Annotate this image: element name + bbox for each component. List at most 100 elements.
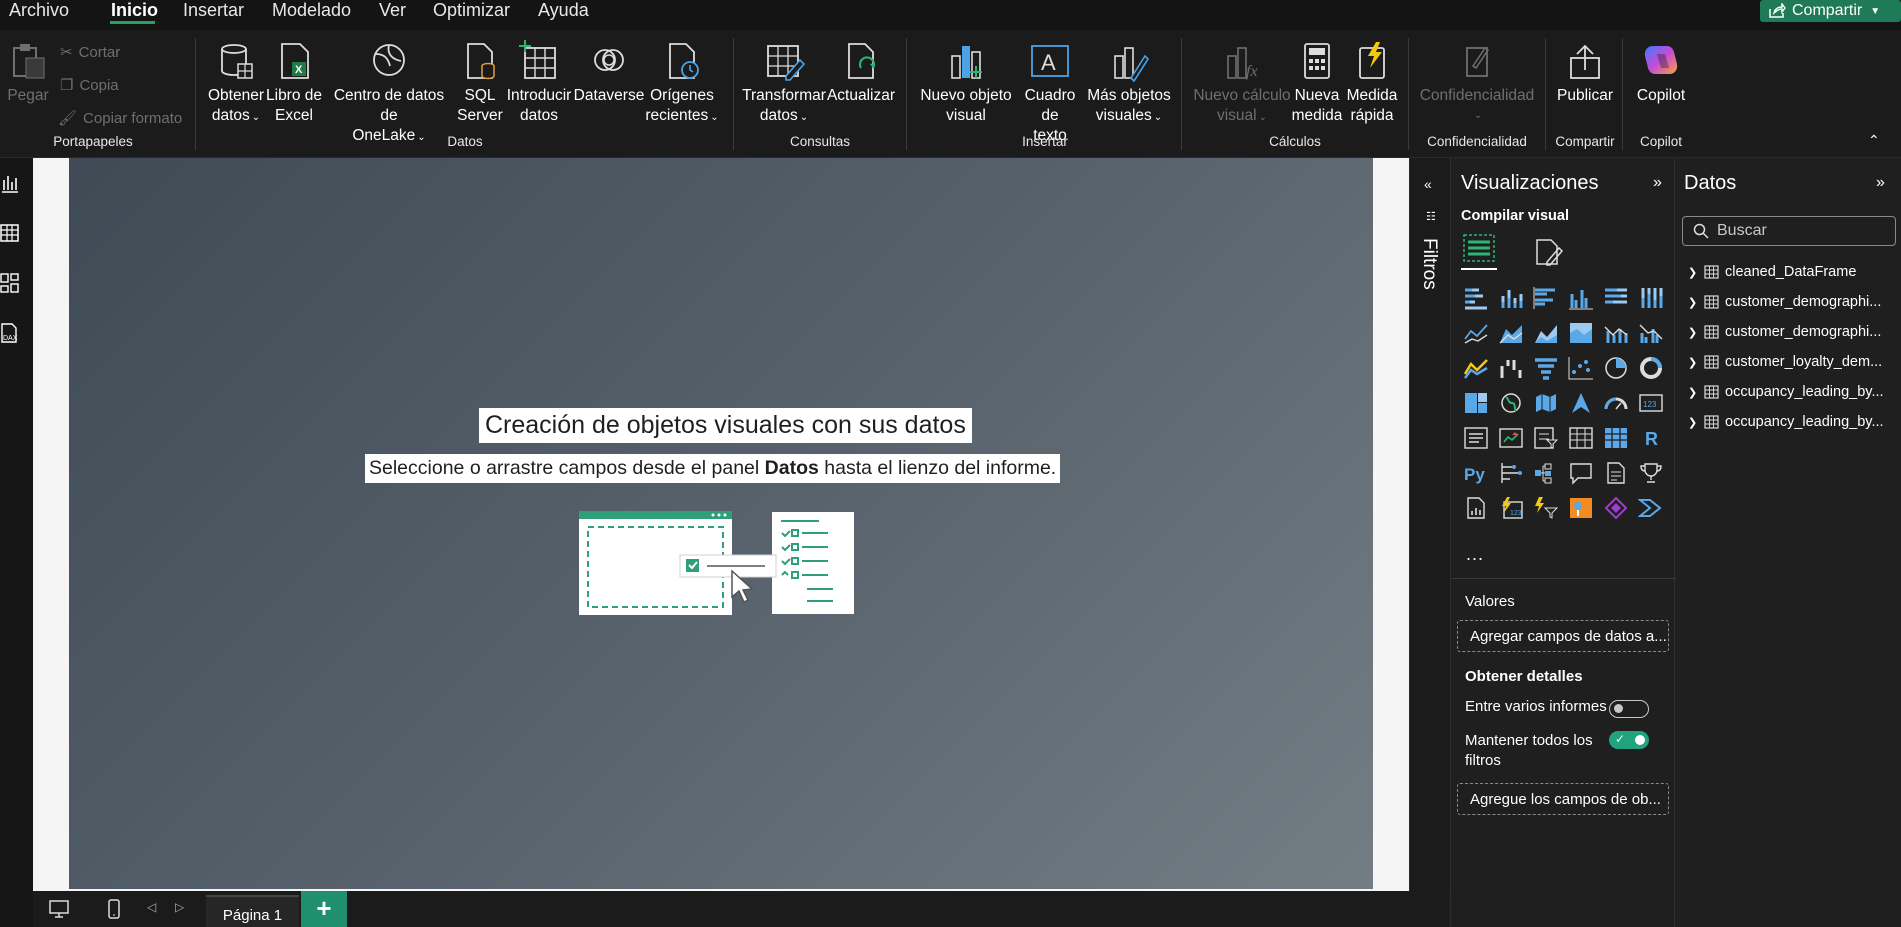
menu-archivo[interactable]: Archivo [9, 0, 69, 24]
next-page-icon[interactable]: ▷ [175, 900, 184, 914]
publish-button[interactable]: Publicar [1552, 30, 1618, 106]
new-visual-calc-button[interactable]: fx Nuevo cálculo visual ⌄ [1190, 30, 1294, 128]
scatter-chart-icon[interactable] [1568, 356, 1594, 380]
new-visual-button[interactable]: Nuevo objeto visual [916, 30, 1016, 126]
copy-button[interactable]: ❐ Copia [60, 76, 119, 95]
r-visual-icon[interactable]: R [1638, 426, 1664, 450]
textbox-button[interactable]: A Cuadro de texto [1014, 30, 1086, 146]
treemap-icon[interactable] [1463, 391, 1489, 415]
more-visuals-button[interactable]: Más objetos visuales ⌄ [1086, 30, 1172, 128]
power-automate-icon[interactable]: 123 [1498, 496, 1524, 520]
line-and-clustered-column-icon[interactable] [1638, 321, 1664, 345]
format-visual-tab-icon[interactable] [1533, 236, 1565, 268]
line-and-stacked-column-icon[interactable] [1603, 321, 1629, 345]
line-chart-icon[interactable] [1463, 321, 1489, 345]
azure-map-icon[interactable] [1568, 391, 1594, 415]
gauge-icon[interactable] [1603, 391, 1629, 415]
cut-button[interactable]: ✂ Cortar [60, 43, 120, 62]
donut-chart-icon[interactable] [1638, 356, 1664, 380]
paste-button[interactable]: Pegar [6, 30, 50, 106]
dax-query-view-icon[interactable]: DAX [0, 322, 20, 344]
filled-map-icon[interactable] [1533, 391, 1559, 415]
stacked-area-chart-icon[interactable] [1533, 321, 1559, 345]
menu-ayuda[interactable]: Ayuda [538, 0, 589, 24]
page-tab[interactable]: Página 1 [206, 895, 299, 927]
get-data-button[interactable]: Obtener datos ⌄ [206, 30, 266, 128]
multi-row-card-icon[interactable] [1463, 426, 1489, 450]
stacked-column-chart-icon[interactable] [1498, 286, 1524, 310]
matrix-icon[interactable] [1603, 426, 1629, 450]
qna-icon[interactable] [1568, 461, 1594, 485]
map-icon[interactable] [1498, 391, 1524, 415]
table-item[interactable]: ❯ occupancy_leading_by... [1688, 380, 1901, 404]
collapse-ribbon-icon[interactable]: ⌃ [1868, 132, 1880, 149]
azure-maps-pin-icon[interactable] [1568, 496, 1594, 520]
recent-sources-button[interactable]: Orígenes recientes ⌄ [645, 30, 719, 128]
expand-left-icon[interactable]: « [1424, 176, 1432, 192]
quick-slicer-icon[interactable] [1533, 496, 1559, 520]
funnel-chart-icon[interactable] [1533, 356, 1559, 380]
collapse-right-icon[interactable]: » [1876, 174, 1885, 192]
menu-ver[interactable]: Ver [379, 0, 406, 24]
report-view-icon[interactable] [0, 172, 20, 194]
power-automate-flow-icon[interactable] [1638, 496, 1664, 520]
transform-data-button[interactable]: Transformar datos ⌄ [742, 30, 826, 128]
goals-trophy-icon[interactable] [1638, 461, 1664, 485]
search-input[interactable] [1717, 222, 1887, 240]
stacked-bar-chart-icon[interactable] [1463, 286, 1489, 310]
clustered-bar-chart-icon[interactable] [1533, 286, 1559, 310]
table-icon[interactable] [1568, 426, 1594, 450]
collapse-right-icon[interactable]: » [1653, 174, 1662, 192]
format-painter-button[interactable]: 🖌 Copiar formato [58, 109, 182, 128]
previous-page-icon[interactable]: ◁ [147, 900, 156, 914]
table-view-icon[interactable] [0, 222, 20, 244]
copilot-button[interactable]: Copilot [1628, 30, 1694, 106]
sql-server-button[interactable]: SQL Server [456, 30, 504, 126]
sensitivity-button[interactable]: Confidencialidad ⌄ [1414, 30, 1540, 126]
100-stacked-area-chart-icon[interactable] [1568, 321, 1594, 345]
table-item[interactable]: ❯ cleaned_DataFrame [1688, 260, 1901, 284]
excel-workbook-button[interactable]: X Libro de Excel [266, 30, 322, 126]
decomposition-tree-icon[interactable] [1533, 461, 1559, 485]
enter-data-button[interactable]: Introducir datos [506, 30, 572, 126]
new-measure-button[interactable]: Nueva medida [1292, 30, 1342, 126]
add-page-button[interactable]: + [301, 891, 347, 927]
share-button[interactable]: Compartir ▼ [1760, 0, 1901, 22]
menu-modelado[interactable]: Modelado [272, 0, 351, 24]
100-stacked-bar-chart-icon[interactable] [1603, 286, 1629, 310]
menu-insertar[interactable]: Insertar [183, 0, 244, 24]
onelake-hub-button[interactable]: Centro de datos de OneLake ⌄ [324, 30, 454, 148]
pie-chart-icon[interactable] [1603, 356, 1629, 380]
desktop-layout-icon[interactable] [49, 899, 69, 919]
waterfall-chart-icon[interactable] [1498, 356, 1524, 380]
ribbon-chart-icon[interactable] [1463, 356, 1489, 380]
refresh-button[interactable]: Actualizar [826, 30, 896, 106]
card-icon[interactable]: 123 [1638, 391, 1664, 415]
100-stacked-column-chart-icon[interactable] [1638, 286, 1664, 310]
clustered-column-chart-icon[interactable] [1568, 286, 1594, 310]
filters-pane-collapsed[interactable]: « ☷ Filtros [1409, 158, 1450, 891]
table-item[interactable]: ❯ customer_loyalty_dem... [1688, 350, 1901, 374]
build-visual-tab-icon[interactable] [1461, 230, 1497, 266]
area-chart-icon[interactable] [1498, 321, 1524, 345]
kpi-icon[interactable] [1498, 426, 1524, 450]
python-visual-icon[interactable]: Py [1463, 461, 1489, 485]
model-view-icon[interactable] [0, 272, 20, 294]
paginated-report-icon[interactable] [1463, 496, 1489, 520]
cross-report-toggle[interactable] [1609, 700, 1649, 718]
table-item[interactable]: ❯ customer_demographi... [1688, 290, 1901, 314]
power-apps-icon[interactable] [1603, 496, 1629, 520]
more-visuals-ellipsis[interactable]: ... [1466, 544, 1484, 565]
smart-narrative-icon[interactable] [1603, 461, 1629, 485]
report-canvas[interactable]: Creación de objetos visuales con sus dat… [69, 158, 1373, 889]
table-item[interactable]: ❯ customer_demographi... [1688, 320, 1901, 344]
mobile-layout-icon[interactable] [107, 899, 121, 919]
keep-filters-toggle[interactable]: ✓ [1609, 731, 1649, 749]
slicer-icon[interactable] [1533, 426, 1559, 450]
key-influencers-icon[interactable] [1498, 461, 1524, 485]
table-item[interactable]: ❯ occupancy_leading_by... [1688, 410, 1901, 434]
quick-measure-button[interactable]: Medida rápida [1342, 30, 1402, 126]
values-drop-zone[interactable]: Agregar campos de datos a... [1457, 620, 1669, 652]
dataverse-button[interactable]: Dataverse [574, 30, 644, 106]
drillthrough-drop-zone[interactable]: Agregue los campos de ob... [1457, 783, 1669, 815]
